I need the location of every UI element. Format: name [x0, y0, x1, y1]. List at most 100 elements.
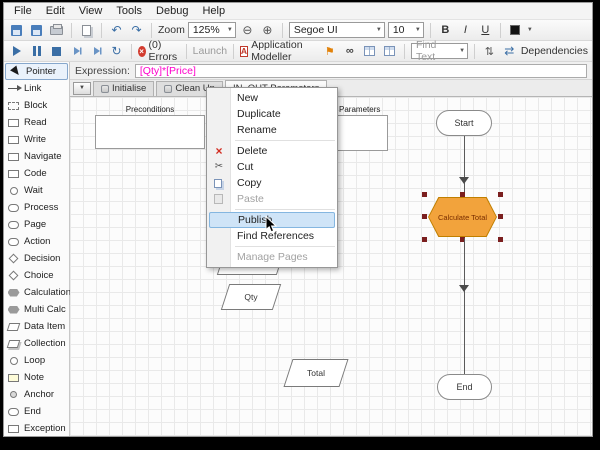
- context-item-duplicate[interactable]: Duplicate: [207, 106, 337, 122]
- start-node[interactable]: Start: [436, 110, 492, 136]
- zoom-label: Zoom: [158, 24, 185, 36]
- errors-button[interactable]: (0) Errors: [149, 39, 180, 63]
- color-dropdown-icon[interactable]: ▼: [527, 27, 533, 33]
- save-as-button[interactable]: [28, 22, 45, 39]
- toolbox-item-wait[interactable]: Wait: [4, 182, 69, 199]
- toolbox-item-read[interactable]: Read: [4, 114, 69, 131]
- toolbox-item-data-item[interactable]: Data Item: [4, 318, 69, 335]
- zoom-out-icon[interactable]: ⊖: [239, 22, 256, 39]
- redo-button[interactable]: ↷: [128, 22, 145, 39]
- menu-separator: [235, 140, 335, 141]
- toolbox-item-page[interactable]: Page: [4, 216, 69, 233]
- separator: [281, 22, 283, 38]
- zoom-select[interactable]: 125%: [187, 22, 236, 38]
- play-button[interactable]: [8, 43, 25, 60]
- calculation-icon: [7, 288, 20, 297]
- data-item-icon: [6, 322, 21, 331]
- total-label: Total: [307, 368, 325, 378]
- menu-debug[interactable]: Debug: [149, 4, 195, 18]
- undo-button[interactable]: ↶: [108, 22, 125, 39]
- toolbox-label: Action: [24, 236, 51, 247]
- toolbox-item-action[interactable]: Action: [4, 233, 69, 250]
- context-item-paste: Paste: [207, 191, 337, 207]
- toolbox-item-choice[interactable]: Choice: [4, 267, 69, 284]
- toolbox-item-collection[interactable]: Collection: [4, 335, 69, 352]
- toolbox-item-note[interactable]: Note: [4, 369, 69, 386]
- note-icon: [7, 373, 20, 382]
- print-button[interactable]: [48, 22, 65, 39]
- save-icon: [11, 24, 22, 36]
- toolbox-label: Link: [24, 83, 42, 94]
- context-item-copy[interactable]: Copy: [207, 175, 337, 191]
- application-modeller-button[interactable]: Application Modeller: [251, 39, 318, 63]
- toolbox-item-pointer[interactable]: Pointer: [5, 63, 68, 80]
- step-button[interactable]: [68, 43, 85, 60]
- validate-icon[interactable]: ∞: [341, 43, 358, 60]
- copy-button[interactable]: [78, 22, 95, 39]
- context-item-new[interactable]: New: [207, 90, 337, 106]
- toolbox-item-loop[interactable]: Loop: [4, 352, 69, 369]
- total-data-item[interactable]: Total: [283, 359, 349, 387]
- find-text-input[interactable]: Find Text: [410, 39, 469, 63]
- context-item-delete[interactable]: × Delete: [207, 143, 337, 159]
- toolbox-item-write[interactable]: Write: [4, 131, 69, 148]
- toolbox-item-multi-calc[interactable]: Multi Calc: [4, 301, 69, 318]
- launch-button[interactable]: Launch: [193, 45, 227, 57]
- underline-button[interactable]: U: [477, 22, 494, 39]
- separator: [151, 22, 152, 38]
- bold-button[interactable]: B: [437, 22, 454, 39]
- toolbox-item-code[interactable]: Code: [4, 165, 69, 182]
- menu-view[interactable]: View: [72, 4, 110, 18]
- flag-icon[interactable]: ⚑: [321, 43, 338, 60]
- font-family-select[interactable]: Segoe UI: [288, 22, 385, 38]
- color-picker-button[interactable]: [507, 22, 524, 39]
- tab-initialise[interactable]: Initialise: [93, 80, 155, 96]
- menu-help[interactable]: Help: [195, 4, 232, 18]
- context-item-manage-pages: Manage Pages: [207, 249, 337, 265]
- toolbox-item-link[interactable]: Link: [4, 80, 69, 97]
- separator: [101, 22, 102, 38]
- expression-field[interactable]: [Qty]*[Price]: [134, 63, 587, 78]
- action-icon: [7, 237, 20, 246]
- context-item-cut[interactable]: ✂ Cut: [207, 159, 337, 175]
- pause-icon: [32, 46, 41, 56]
- table-view-button[interactable]: [381, 43, 398, 60]
- toolbox-item-decision[interactable]: Decision: [4, 250, 69, 267]
- dependencies-button[interactable]: Dependencies: [521, 45, 588, 57]
- toolbox-item-process[interactable]: Process: [4, 199, 69, 216]
- link-line: [464, 136, 465, 199]
- menu-file[interactable]: File: [7, 4, 39, 18]
- toolbox-label: Decision: [24, 253, 61, 264]
- grid-view-button[interactable]: [361, 43, 378, 60]
- stage-toolbox: Pointer Link Block Read Write Navigate C…: [4, 62, 71, 436]
- font-size-select[interactable]: 10: [387, 22, 424, 38]
- zoom-in-icon[interactable]: ⊕: [259, 22, 276, 39]
- toolbox-item-exception[interactable]: Exception: [4, 420, 69, 436]
- toolbox-label: Multi Calc: [24, 304, 66, 315]
- toolbox-item-anchor[interactable]: Anchor: [4, 386, 69, 403]
- pause-button[interactable]: [28, 43, 45, 60]
- save-button[interactable]: [8, 22, 25, 39]
- tab-list-dropdown[interactable]: ▼: [73, 81, 91, 95]
- toolbox-item-navigate[interactable]: Navigate: [4, 148, 69, 165]
- step-over-button[interactable]: [88, 43, 105, 60]
- reset-button[interactable]: ↻: [108, 43, 125, 60]
- stop-button[interactable]: [48, 43, 65, 60]
- print-icon: [50, 23, 63, 35]
- calculate-total-node[interactable]: Calculate Total: [428, 197, 497, 237]
- italic-button[interactable]: I: [457, 22, 474, 39]
- toolbox-label: Block: [24, 100, 48, 111]
- toolbox-label: End: [24, 406, 41, 417]
- menu-tools[interactable]: Tools: [109, 4, 149, 18]
- sort-icon[interactable]: ⇅: [481, 43, 498, 60]
- qty-data-item[interactable]: Qty: [220, 284, 282, 310]
- end-icon: [7, 407, 20, 416]
- toolbox-item-calculation[interactable]: Calculation: [4, 284, 71, 301]
- separator: [185, 43, 187, 59]
- end-node[interactable]: End: [437, 374, 492, 400]
- menu-edit[interactable]: Edit: [39, 4, 72, 18]
- toolbox-item-end[interactable]: End: [4, 403, 69, 420]
- toolbox-item-block[interactable]: Block: [4, 97, 69, 114]
- process-icon: [7, 203, 20, 212]
- context-item-rename[interactable]: Rename: [207, 122, 337, 138]
